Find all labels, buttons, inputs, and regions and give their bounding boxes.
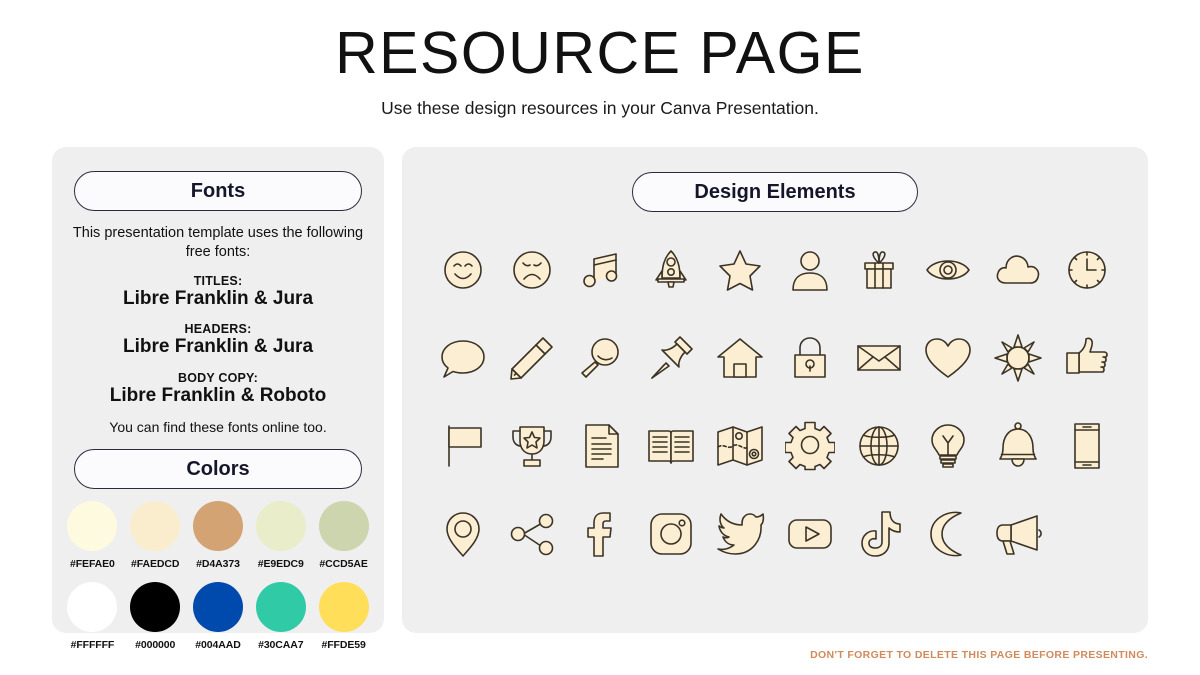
sun-icon[interactable] <box>983 322 1052 394</box>
star-icon[interactable] <box>706 234 775 306</box>
swatch-cell[interactable]: #004AAD <box>192 582 245 651</box>
gift-icon[interactable] <box>844 234 913 306</box>
swatch-cell[interactable]: #FAEDCD <box>129 501 182 570</box>
swatch-cell[interactable]: #CCD5AE <box>317 501 370 570</box>
tiktok-icon[interactable] <box>844 498 913 570</box>
color-swatch[interactable] <box>192 501 243 552</box>
content-area: Fonts This presentation template uses th… <box>52 147 1148 651</box>
font-value-titles: Libre Franklin & Jura <box>122 287 314 309</box>
color-swatch[interactable] <box>192 582 243 633</box>
sad-face-icon[interactable] <box>497 234 566 306</box>
design-elements-badge: Design Elements <box>632 172 918 212</box>
envelope-icon[interactable] <box>844 322 913 394</box>
color-swatch[interactable] <box>67 501 118 552</box>
design-elements-badge-label: Design Elements <box>694 180 856 203</box>
document-icon[interactable] <box>567 410 636 482</box>
colors-section: Colors #FEFAE0 #FAEDCD #D4A373 #E9EDC9 #… <box>52 449 384 651</box>
cloud-icon[interactable] <box>983 234 1052 306</box>
swatch-cell[interactable]: #30CAA7 <box>254 582 307 651</box>
colors-badge-label: Colors <box>186 457 250 480</box>
color-swatch[interactable] <box>318 582 369 633</box>
font-value-body-copy: Libre Franklin & Roboto <box>109 385 327 407</box>
swatch-cell[interactable]: #D4A373 <box>192 501 245 570</box>
color-swatch-label: #CCD5AE <box>319 558 368 571</box>
megaphone-icon[interactable] <box>983 498 1052 570</box>
color-swatch-label: #FFDE59 <box>321 639 366 652</box>
gear-icon[interactable] <box>775 410 844 482</box>
magnifier-icon[interactable] <box>567 322 636 394</box>
colors-badge: Colors <box>74 449 362 490</box>
fonts-and-colors-panel: Fonts This presentation template uses th… <box>52 147 384 651</box>
heart-icon[interactable] <box>914 322 983 394</box>
swatch-cell[interactable]: #E9EDC9 <box>254 501 307 570</box>
thumbs-up-icon[interactable] <box>1053 322 1122 394</box>
font-group-headers: HEADERS: Libre Franklin & Jura <box>68 322 368 359</box>
book-icon[interactable] <box>636 410 705 482</box>
fonts-badge: Fonts <box>74 171 362 211</box>
person-icon[interactable] <box>775 234 844 306</box>
phone-icon[interactable] <box>1053 410 1122 482</box>
swatch-row-1: #FEFAE0 #FAEDCD #D4A373 #E9EDC9 #CCD5AE <box>52 501 384 570</box>
design-elements-panel: Design Elements <box>402 147 1148 633</box>
pencil-icon[interactable] <box>497 322 566 394</box>
font-group-body-copy: BODY COPY: Libre Franklin & Roboto <box>68 371 368 408</box>
rocket-icon[interactable] <box>636 234 705 306</box>
facebook-icon[interactable] <box>567 498 636 570</box>
globe-icon[interactable] <box>844 410 913 482</box>
location-pin-icon[interactable] <box>428 498 497 570</box>
lock-icon[interactable] <box>775 322 844 394</box>
footer-warning-note: DON'T FORGET TO DELETE THIS PAGE BEFORE … <box>810 649 1148 661</box>
clock-icon[interactable] <box>1053 234 1122 306</box>
fonts-badge-label: Fonts <box>190 179 246 202</box>
swatch-cell[interactable]: #FFDE59 <box>317 582 370 651</box>
font-label-titles: TITLES: <box>193 273 243 288</box>
font-value-headers: Libre Franklin & Jura <box>122 336 314 358</box>
color-swatch[interactable] <box>67 582 118 633</box>
page-subtitle: Use these design resources in your Canva… <box>381 97 819 118</box>
color-swatch-label: #FEFAE0 <box>69 558 115 571</box>
color-swatch-label: #FAEDCD <box>131 558 180 571</box>
pushpin-icon[interactable] <box>636 322 705 394</box>
twitter-icon[interactable] <box>706 498 775 570</box>
fonts-body: This presentation template uses the foll… <box>52 224 384 435</box>
youtube-icon[interactable] <box>775 498 844 570</box>
smiley-face-icon[interactable] <box>428 234 497 306</box>
font-label-headers: HEADERS: <box>184 322 252 337</box>
share-icon[interactable] <box>497 498 566 570</box>
page-title: RESOURCE PAGE <box>335 20 865 86</box>
color-swatch[interactable] <box>255 501 306 552</box>
music-note-icon[interactable] <box>567 234 636 306</box>
color-swatch[interactable] <box>255 582 306 633</box>
color-swatch[interactable] <box>318 501 369 552</box>
moon-icon[interactable] <box>914 498 983 570</box>
instagram-icon[interactable] <box>636 498 705 570</box>
flag-icon[interactable] <box>428 410 497 482</box>
trophy-icon[interactable] <box>497 410 566 482</box>
lightbulb-icon[interactable] <box>914 410 983 482</box>
color-swatch-label: #D4A373 <box>196 558 240 571</box>
speech-bubble-icon[interactable] <box>428 322 497 394</box>
fonts-intro-text: This presentation template uses the foll… <box>72 225 364 260</box>
color-swatch-label: #30CAA7 <box>258 639 304 652</box>
color-swatch-label: #E9EDC9 <box>257 558 304 571</box>
icon-grid <box>428 234 1122 570</box>
swatch-cell[interactable]: #FEFAE0 <box>66 501 119 570</box>
swatch-cell[interactable]: #000000 <box>129 582 182 651</box>
swatch-row-2: #FFFFFF #000000 #004AAD #30CAA7 #FFDE59 <box>52 582 384 651</box>
bell-icon[interactable] <box>983 410 1052 482</box>
font-group-titles: TITLES: Libre Franklin & Jura <box>68 274 368 311</box>
color-swatch[interactable] <box>130 582 181 633</box>
color-swatch-label: #004AAD <box>195 639 241 652</box>
color-swatch-label: #FFFFFF <box>70 639 115 652</box>
map-icon[interactable] <box>706 410 775 482</box>
eye-icon[interactable] <box>914 234 983 306</box>
swatch-cell[interactable]: #FFFFFF <box>66 582 119 651</box>
color-swatch-label: #000000 <box>135 639 176 652</box>
color-swatch[interactable] <box>130 501 181 552</box>
house-icon[interactable] <box>706 322 775 394</box>
fonts-footnote: You can find these fonts online too. <box>109 419 327 436</box>
font-label-body-copy: BODY COPY: <box>177 371 259 386</box>
